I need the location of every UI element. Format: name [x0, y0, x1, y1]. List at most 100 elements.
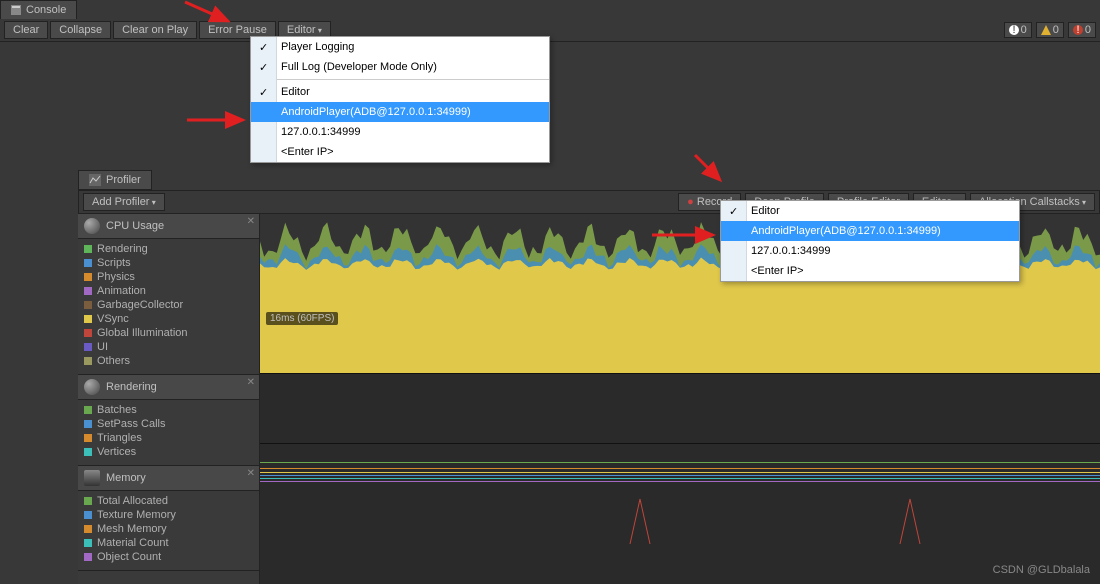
legend-label: Vertices — [97, 446, 136, 458]
profiler-icon — [89, 174, 101, 186]
legend-item[interactable]: Total Allocated — [84, 494, 253, 508]
legend-item[interactable]: SetPass Calls — [84, 417, 253, 431]
legend-label: Texture Memory — [97, 509, 176, 521]
legend-swatch — [84, 273, 92, 281]
legend-swatch — [84, 448, 92, 456]
legend-swatch — [84, 525, 92, 533]
add-profiler-button[interactable]: Add Profiler — [83, 193, 165, 211]
legend-item[interactable]: UI — [84, 340, 253, 354]
pmenu-editor[interactable]: ✓Editor — [721, 201, 1019, 221]
menu-editor[interactable]: ✓Editor — [251, 82, 549, 102]
legend-item[interactable]: GarbageCollector — [84, 298, 253, 312]
legend-item[interactable]: Animation — [84, 284, 253, 298]
profiler-title: Profiler — [106, 174, 141, 186]
legend-item[interactable]: Object Count — [84, 550, 253, 564]
legend-swatch — [84, 406, 92, 414]
legend-swatch — [84, 343, 92, 351]
legend-item[interactable]: Scripts — [84, 256, 253, 270]
legend-label: Physics — [97, 271, 135, 283]
module-memory-header[interactable]: Memory✕ — [78, 466, 259, 491]
console-toolbar: Clear Collapse Clear on Play Error Pause… — [0, 19, 1100, 42]
annotation-arrow — [690, 150, 730, 193]
menu-android-player[interactable]: AndroidPlayer(ADB@127.0.0.1:34999) — [251, 102, 549, 122]
legend-swatch — [84, 329, 92, 337]
legend-item[interactable]: Batches — [84, 403, 253, 417]
console-status: !0 0 !0 — [1004, 22, 1096, 38]
legend-swatch — [84, 315, 92, 323]
legend-item[interactable]: Others — [84, 354, 253, 368]
legend-label: Rendering — [97, 243, 148, 255]
legend-swatch — [84, 511, 92, 519]
annotation-arrow — [650, 225, 725, 248]
legend-label: Material Count — [97, 537, 169, 549]
legend-label: SetPass Calls — [97, 418, 165, 430]
legend-label: Triangles — [97, 432, 142, 444]
legend-swatch — [84, 301, 92, 309]
menu-enter-ip[interactable]: <Enter IP> — [251, 142, 549, 162]
pmenu-android-player[interactable]: AndroidPlayer(ADB@127.0.0.1:34999) — [721, 221, 1019, 241]
module-cpu-header[interactable]: CPU Usage✕ — [78, 214, 259, 239]
menu-player-logging[interactable]: ✓Player Logging — [251, 37, 549, 57]
legend-item[interactable]: Vertices — [84, 445, 253, 459]
module-cpu: CPU Usage✕ Rendering Scripts Physics Animat… — [78, 214, 259, 375]
pmenu-enter-ip[interactable]: <Enter IP> — [721, 261, 1019, 281]
profiler-sidebar: CPU Usage✕ Rendering Scripts Physics Animat… — [78, 214, 260, 584]
info-count[interactable]: !0 — [1004, 22, 1032, 38]
legend-swatch — [84, 434, 92, 442]
rendering-chart[interactable] — [260, 374, 1100, 444]
legend-swatch — [84, 259, 92, 267]
legend-label: Mesh Memory — [97, 523, 167, 535]
legend-label: Scripts — [97, 257, 131, 269]
legend-swatch — [84, 553, 92, 561]
watermark: CSDN @GLDbalala — [993, 564, 1090, 576]
console-icon — [11, 5, 21, 15]
legend-item[interactable]: Physics — [84, 270, 253, 284]
pmenu-ip[interactable]: 127.0.0.1:34999 — [721, 241, 1019, 261]
collapse-button[interactable]: Collapse — [50, 21, 111, 39]
console-tab[interactable]: Console — [0, 0, 77, 19]
memory-icon — [84, 470, 100, 486]
legend-item[interactable]: Texture Memory — [84, 508, 253, 522]
legend-label: VSync — [97, 313, 129, 325]
annotation-arrow — [185, 110, 255, 133]
legend-item[interactable]: Global Illumination — [84, 326, 253, 340]
legend-item[interactable]: Material Count — [84, 536, 253, 550]
profiler-tab[interactable]: Profiler — [78, 170, 152, 190]
console-title: Console — [26, 4, 66, 16]
legend-label: GarbageCollector — [97, 299, 183, 311]
legend-item[interactable]: Mesh Memory — [84, 522, 253, 536]
console-editor-menu: ✓Player Logging ✓Full Log (Developer Mod… — [250, 36, 550, 163]
legend-label: Batches — [97, 404, 137, 416]
module-rendering: Rendering✕ Batches SetPass Calls Triangles… — [78, 375, 259, 466]
warn-count[interactable]: 0 — [1036, 22, 1064, 38]
legend-swatch — [84, 539, 92, 547]
fps-label: 16ms (60FPS) — [266, 312, 338, 325]
error-count[interactable]: !0 — [1068, 22, 1096, 38]
clear-button[interactable]: Clear — [4, 21, 48, 39]
legend-swatch — [84, 497, 92, 505]
legend-label: Total Allocated — [97, 495, 168, 507]
svg-text:!: ! — [1076, 25, 1079, 35]
legend-item[interactable]: Rendering — [84, 242, 253, 256]
menu-full-log[interactable]: ✓Full Log (Developer Mode Only) — [251, 57, 549, 77]
legend-swatch — [84, 287, 92, 295]
rendering-icon — [84, 379, 100, 395]
legend-label: Global Illumination — [97, 327, 188, 339]
legend-swatch — [84, 357, 92, 365]
legend-item[interactable]: VSync — [84, 312, 253, 326]
annotation-arrow — [180, 0, 240, 30]
legend-item[interactable]: Triangles — [84, 431, 253, 445]
close-icon[interactable]: ✕ — [247, 468, 255, 479]
legend-swatch — [84, 245, 92, 253]
legend-swatch — [84, 420, 92, 428]
close-icon[interactable]: ✕ — [247, 377, 255, 388]
menu-ip[interactable]: 127.0.0.1:34999 — [251, 122, 549, 142]
module-memory: Memory✕ Total Allocated Texture Memory Mes… — [78, 466, 259, 571]
legend-label: Others — [97, 355, 130, 367]
cpu-icon — [84, 218, 100, 234]
legend-label: Animation — [97, 285, 146, 297]
svg-text:!: ! — [1012, 25, 1015, 35]
memory-chart[interactable] — [260, 444, 1100, 544]
module-rendering-header[interactable]: Rendering✕ — [78, 375, 259, 400]
close-icon[interactable]: ✕ — [247, 216, 255, 227]
